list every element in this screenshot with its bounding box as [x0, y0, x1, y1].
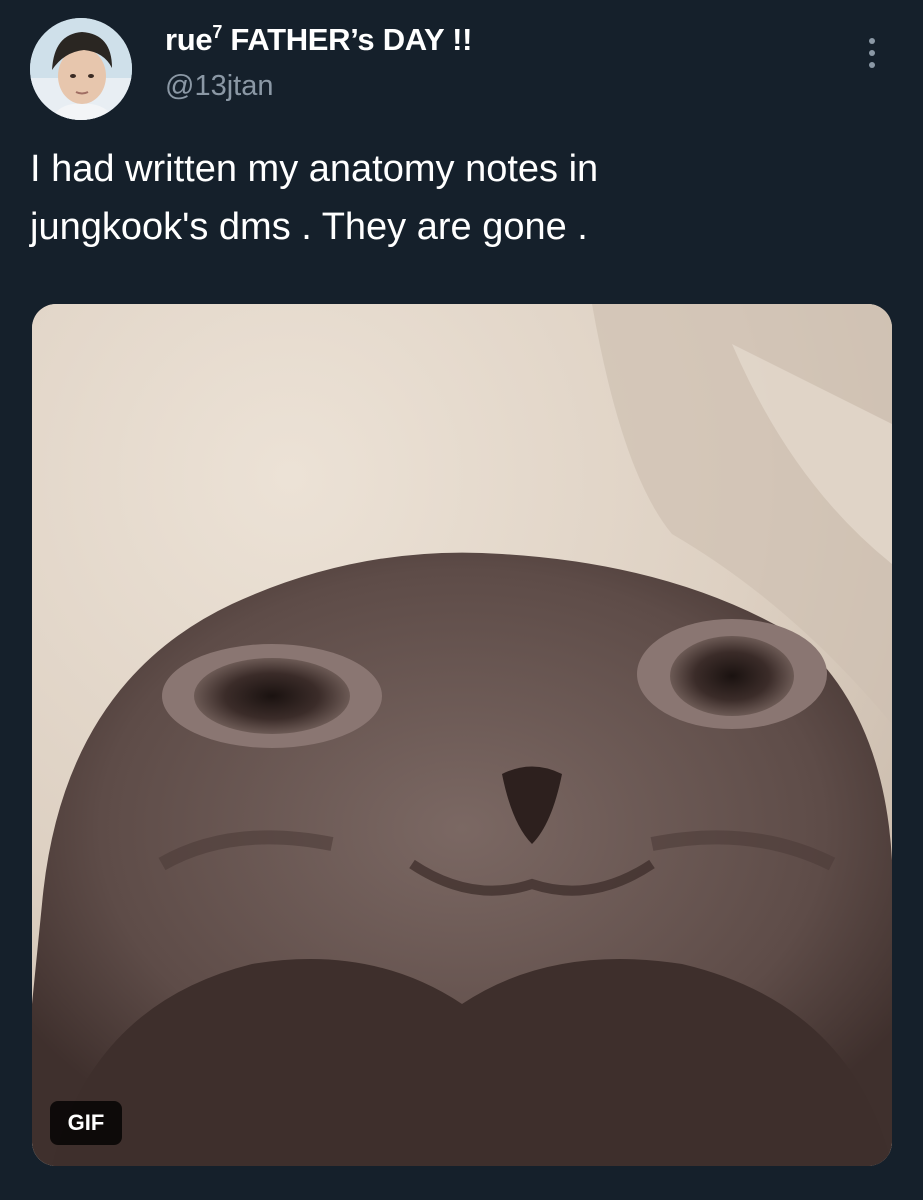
gif-badge: GIF — [50, 1101, 122, 1145]
tweet-media-gif[interactable] — [32, 304, 892, 1166]
more-options-button[interactable] — [857, 34, 887, 74]
tweet-text: I had written my anatomy notes in jungko… — [30, 140, 890, 256]
more-options-icon-dot — [869, 62, 875, 68]
avatar-image — [30, 18, 132, 120]
tweet-text-line: jungkook's dms . They are gone . — [30, 206, 588, 248]
author-display-name[interactable]: rue7 FATHER’s DAY !! — [165, 22, 473, 58]
display-name-suffix: FATHER’s DAY !! — [222, 22, 473, 57]
author-handle[interactable]: @13jtan — [165, 70, 273, 103]
more-options-icon — [869, 38, 875, 44]
tweet-text-line: I had written my anatomy notes in — [30, 148, 599, 190]
more-options-icon-dot — [869, 50, 875, 56]
cat-gif-image — [32, 304, 892, 1166]
display-name-text: rue — [165, 22, 213, 57]
display-name-superscript: 7 — [212, 22, 223, 42]
avatar[interactable] — [30, 18, 132, 120]
